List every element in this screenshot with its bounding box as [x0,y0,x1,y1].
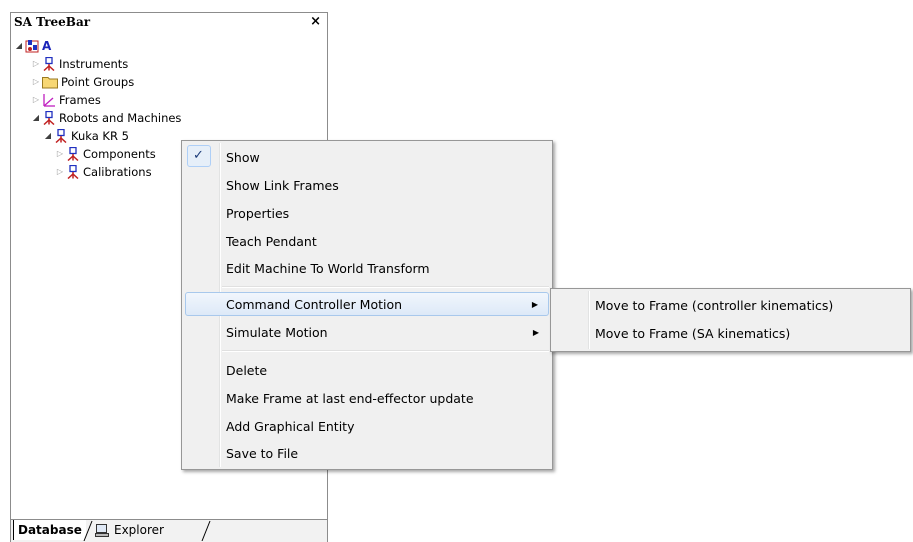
expand-open-icon[interactable]: ◢ [31,113,41,122]
tab-explorer[interactable]: Explorer [89,520,170,540]
instrument-icon [67,164,79,179]
menu-item-label: Delete [226,362,268,378]
menu-item-label: Edit Machine To World Transform [226,260,430,276]
menu-item-show[interactable]: ✓ Show [185,145,549,169]
menu-item-label: Make Frame at last end-effector update [226,390,474,406]
menu-separator [222,286,549,288]
instrument-icon [43,56,55,71]
instrument-icon [67,146,79,161]
submenu-command-controller-motion: Move to Frame (controller kinematics) Mo… [550,288,911,352]
menu-item-label: Add Graphical Entity [226,418,355,434]
tree-item-instruments[interactable]: ▷ Instruments [31,55,128,72]
close-button[interactable]: × [310,14,321,29]
instrument-group-icon [25,39,39,52]
tree-item-point-groups[interactable]: ▷ Point Groups [31,73,134,90]
menu-separator [222,350,549,352]
menu-item-label: Command Controller Motion [226,296,403,312]
tree-item-robots-and-machines[interactable]: ◢ Robots and Machines [31,109,181,126]
submenu-item-move-sa-kinematics[interactable]: Move to Frame (SA kinematics) [554,321,907,345]
tree-item-components[interactable]: ▷ Components [55,145,156,162]
expand-closed-icon[interactable]: ▷ [31,95,41,104]
computer-icon [95,523,109,537]
expand-closed-icon[interactable]: ▷ [31,59,41,68]
menu-item-label: Move to Frame (SA kinematics) [595,325,791,341]
expand-open-icon[interactable]: ◢ [43,131,53,140]
menu-item-simulate-motion[interactable]: Simulate Motion ▶ [185,320,549,344]
submenu-arrow-icon: ▶ [532,327,539,337]
expand-closed-icon[interactable]: ▷ [55,167,65,176]
tab-divider [201,520,211,541]
menu-item-make-frame[interactable]: Make Frame at last end-effector update [185,386,549,410]
menu-item-add-graphical-entity[interactable]: Add Graphical Entity [185,414,549,438]
tree-item-frames[interactable]: ▷ Frames [31,91,101,108]
menu-item-command-controller-motion[interactable]: Command Controller Motion ▶ [185,292,549,316]
menu-item-delete[interactable]: Delete [185,358,549,382]
folder-icon [42,76,58,88]
menu-item-label: Simulate Motion [226,324,328,340]
instrument-icon [43,110,55,125]
tree-root-label: A [42,38,52,53]
tab-database-label: Database [18,523,82,537]
expand-closed-icon[interactable]: ▷ [55,149,65,158]
menu-item-properties[interactable]: Properties [185,201,549,225]
menu-item-label: Show [226,149,260,165]
menu-item-teach-pendant[interactable]: Teach Pendant [185,229,549,253]
expand-closed-icon[interactable]: ▷ [31,77,41,86]
tree-item-label: Instruments [59,56,129,71]
instrument-icon [55,128,67,143]
tree-item-label: Kuka KR 5 [71,128,129,143]
menu-item-label: Show Link Frames [226,177,339,193]
menu-item-label: Move to Frame (controller kinematics) [595,297,834,313]
tree-item-label: Calibrations [83,164,152,179]
tab-strip: Database Explorer [11,519,327,542]
context-menu: ✓ Show Show Link Frames Properties Teach… [181,140,553,470]
tab-explorer-label: Explorer [114,523,164,537]
frame-axes-icon [43,93,55,107]
tab-database[interactable]: Database [13,520,86,540]
tree-root-a[interactable]: ◢ A [14,37,51,54]
menu-item-label: Save to File [226,445,299,461]
menu-item-label: Properties [226,205,290,221]
tree-item-label: Components [83,146,156,161]
submenu-arrow-icon: ▶ [531,299,538,309]
expand-open-icon[interactable]: ◢ [14,41,24,50]
check-icon: ✓ [193,148,204,163]
tree-item-label: Point Groups [61,74,135,89]
submenu-item-move-controller-kinematics[interactable]: Move to Frame (controller kinematics) [554,293,907,317]
menu-item-save-to-file[interactable]: Save to File [185,441,549,465]
menu-item-edit-machine-to-world-transform[interactable]: Edit Machine To World Transform [185,256,549,280]
tree-item-label: Frames [59,92,101,107]
tree-item-kuka-kr5[interactable]: ◢ Kuka KR 5 [43,127,129,144]
tree-item-calibrations[interactable]: ▷ Calibrations [55,163,152,180]
menu-item-show-link-frames[interactable]: Show Link Frames [185,173,549,197]
menu-item-label: Teach Pendant [226,233,317,249]
panel-title: SA TreeBar [14,15,91,29]
tree-item-label: Robots and Machines [59,110,182,125]
